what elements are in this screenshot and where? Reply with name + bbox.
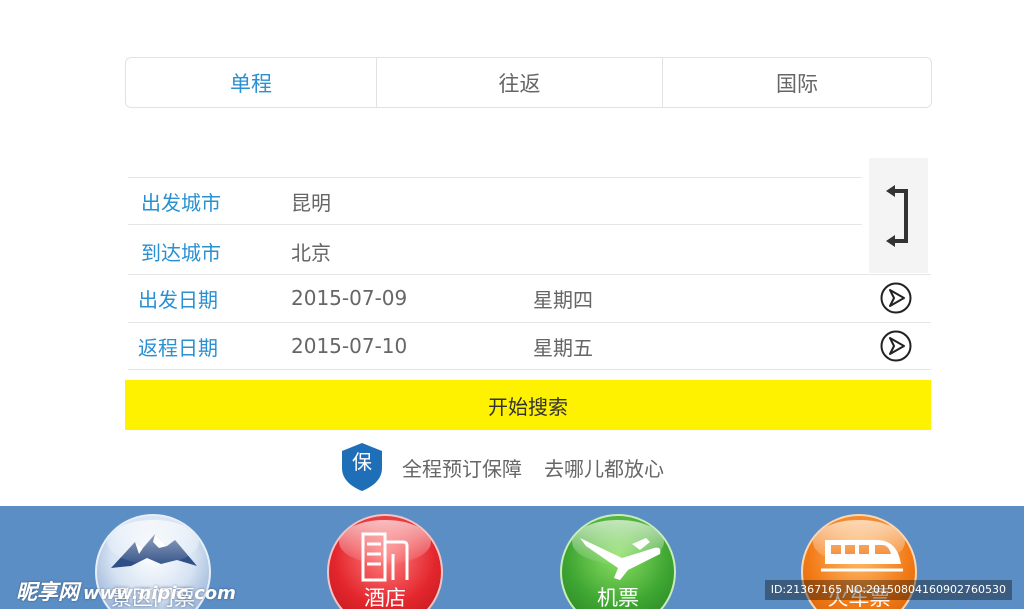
departure-city-row[interactable]: 出发城市 昆明 (128, 177, 862, 225)
watermark-id: ID:21367165 NO:20150804160902760530 (764, 580, 1012, 600)
departure-date-row[interactable]: 出发日期 2015-07-09 星期四 (128, 274, 931, 321)
arrival-city-value[interactable]: 北京 (291, 237, 331, 266)
watermark-site: www.nipic.com (83, 583, 236, 604)
tab-one-way[interactable]: 单程 (126, 58, 376, 107)
return-weekday: 星期五 (533, 335, 593, 360)
arrival-city-row[interactable]: 到达城市 北京 (128, 228, 862, 274)
shield-icon: 保 (340, 442, 384, 492)
nav-flight-label: 机票 (597, 586, 639, 609)
tab-round-trip[interactable]: 往返 (376, 58, 662, 107)
nav-hotel-label: 酒店 (364, 586, 406, 609)
departure-city-value[interactable]: 昆明 (291, 187, 331, 216)
departure-city-label: 出发城市 (141, 190, 221, 215)
booking-guarantee: 保 全程预订保障 去哪儿都放心 (340, 442, 664, 492)
guarantee-text-primary: 全程预订保障 (402, 456, 522, 481)
tab-international[interactable]: 国际 (662, 58, 931, 107)
start-search-button[interactable]: 开始搜索 (125, 380, 931, 430)
watermark-logo: 昵享网 www.nipic.com (16, 576, 236, 606)
departure-weekday: 星期四 (533, 287, 593, 312)
guarantee-text-secondary: 去哪儿都放心 (544, 456, 664, 481)
departure-date-value[interactable]: 2015-07-09 (291, 286, 407, 310)
departure-date-label: 出发日期 (138, 287, 218, 312)
chevron-right-circle-icon (880, 330, 912, 362)
departure-date-arrow-button[interactable] (880, 282, 912, 314)
shield-badge-text: 保 (352, 450, 372, 474)
trip-type-tabs: 单程 往返 国际 (125, 57, 932, 108)
return-date-row[interactable]: 返程日期 2015-07-10 星期五 (128, 322, 931, 370)
return-date-value[interactable]: 2015-07-10 (291, 334, 407, 358)
nav-flight[interactable]: 机票 (560, 514, 676, 609)
chevron-right-circle-icon (880, 282, 912, 314)
swap-icon (885, 184, 908, 247)
arrival-city-label: 到达城市 (141, 240, 221, 265)
swap-cities-button[interactable] (869, 158, 928, 273)
return-date-arrow-button[interactable] (880, 330, 912, 362)
guarantee-text: 全程预订保障 去哪儿都放心 (402, 453, 664, 482)
watermark-logo-text: 昵享网 (16, 580, 79, 604)
nav-hotel[interactable]: 酒店 (327, 514, 443, 609)
return-date-label: 返程日期 (138, 335, 218, 360)
